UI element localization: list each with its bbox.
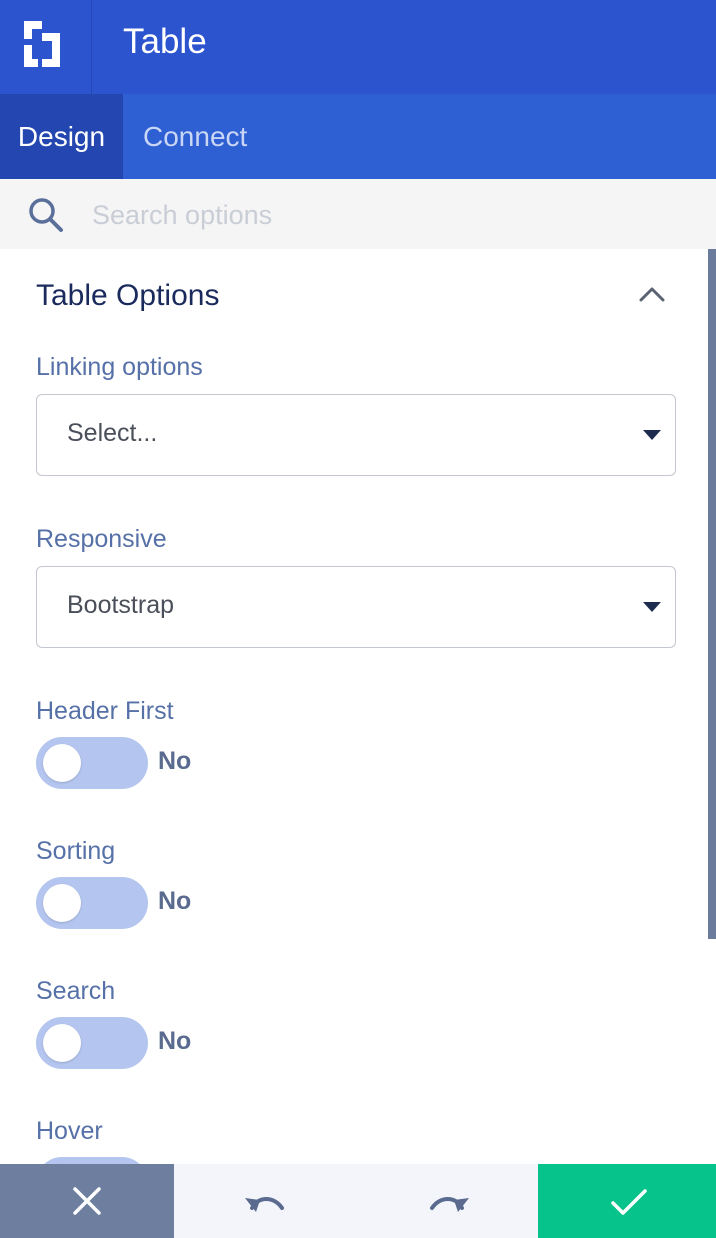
search-toggle[interactable]	[36, 1017, 148, 1069]
search-option-label: Search	[36, 977, 116, 1005]
toggle-knob	[43, 744, 81, 782]
responsive-select[interactable]: Bootstrap	[36, 566, 676, 648]
search-bar	[0, 179, 716, 249]
close-icon	[73, 1187, 101, 1215]
redo-button[interactable]	[424, 1164, 474, 1238]
sorting-toggle[interactable]	[36, 877, 148, 929]
logo-cell[interactable]	[0, 0, 92, 94]
check-icon	[611, 1189, 647, 1215]
chevron-up-icon[interactable]	[638, 285, 666, 303]
linking-options-select[interactable]: Select...	[36, 394, 676, 476]
search-icon	[29, 198, 63, 232]
search-state: No	[158, 1027, 192, 1055]
history-controls	[174, 1164, 538, 1238]
search-input[interactable]	[92, 195, 692, 235]
scrollbar[interactable]	[708, 249, 716, 939]
sorting-label: Sorting	[36, 837, 116, 865]
responsive-value: Bootstrap	[67, 591, 175, 619]
toggle-knob	[43, 884, 81, 922]
panel-title: Table	[123, 22, 207, 61]
toggle-knob	[43, 1024, 81, 1062]
cancel-button[interactable]	[0, 1164, 174, 1238]
header-first-state: No	[158, 747, 192, 775]
section-title: Table Options	[36, 279, 220, 312]
redo-icon	[430, 1197, 469, 1212]
linking-options-value: Select...	[67, 419, 158, 447]
options-panel[interactable]: Table Options Linking options Select... …	[0, 249, 716, 1164]
hover-toggle[interactable]	[36, 1157, 148, 1164]
responsive-label: Responsive	[36, 525, 167, 553]
app-header: Table	[0, 0, 716, 94]
caret-down-icon	[643, 602, 661, 612]
tab-design[interactable]: Design	[0, 94, 123, 179]
undo-icon	[245, 1197, 284, 1212]
header-first-toggle[interactable]	[36, 737, 148, 789]
undo-button[interactable]	[240, 1164, 290, 1238]
footer-bar	[0, 1164, 716, 1238]
builder-logo-icon	[24, 21, 60, 67]
linking-options-label: Linking options	[36, 353, 203, 381]
sorting-state: No	[158, 887, 192, 915]
caret-down-icon	[643, 430, 661, 440]
tab-bar: Design Connect	[0, 94, 716, 179]
hover-label: Hover	[36, 1117, 103, 1145]
header-first-label: Header First	[36, 697, 174, 725]
confirm-button[interactable]	[538, 1164, 716, 1238]
tab-connect[interactable]: Connect	[143, 94, 247, 179]
